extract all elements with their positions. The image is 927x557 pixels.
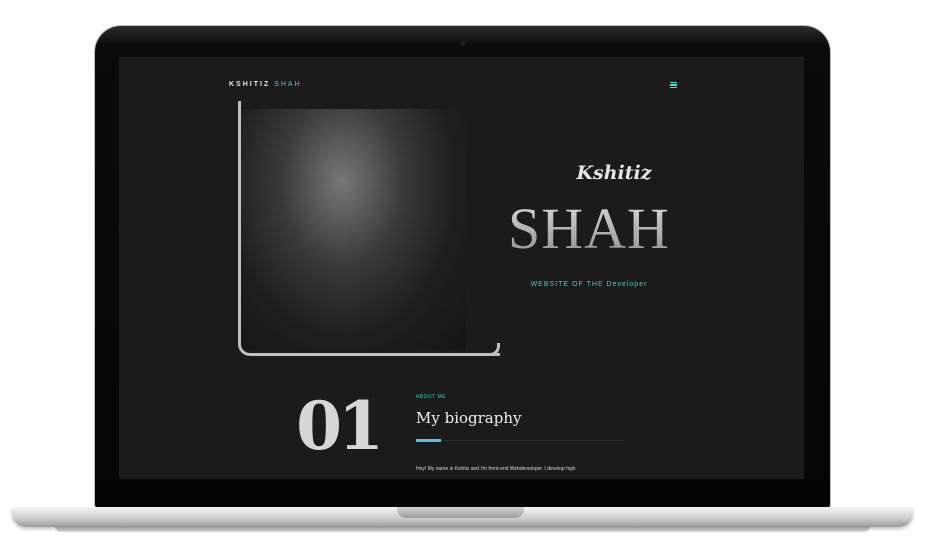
camera-icon [460,40,466,46]
photo-frame [238,101,500,356]
hero-tagline: WEBSITE OF THE Developer [530,281,648,288]
title-divider [416,440,624,441]
site-brand[interactable]: KSHITIZ SHAH [229,81,302,88]
bio-text: Hey! My name is Kshitiz and I'm front-en… [416,466,576,472]
photo-frame-corner [467,343,500,356]
section-number: 01 [296,387,384,465]
section-label: ABOUT ME [416,394,447,400]
brand-last-name: SHAH [274,81,302,88]
website-screen: KSHITIZ SHAH Kshitiz SHAH WEBSITE OF THE… [119,57,804,479]
laptop-notch [397,507,524,518]
brand-first-name: KSHITIZ [229,81,271,88]
hero-first-name: Kshitiz [576,162,652,184]
section-title: My biography [416,409,522,427]
title-accent-bar [416,439,441,442]
hamburger-menu-icon[interactable] [670,82,677,88]
hero-last-name: SHAH [499,195,679,262]
laptop-base-bottom [55,526,870,532]
